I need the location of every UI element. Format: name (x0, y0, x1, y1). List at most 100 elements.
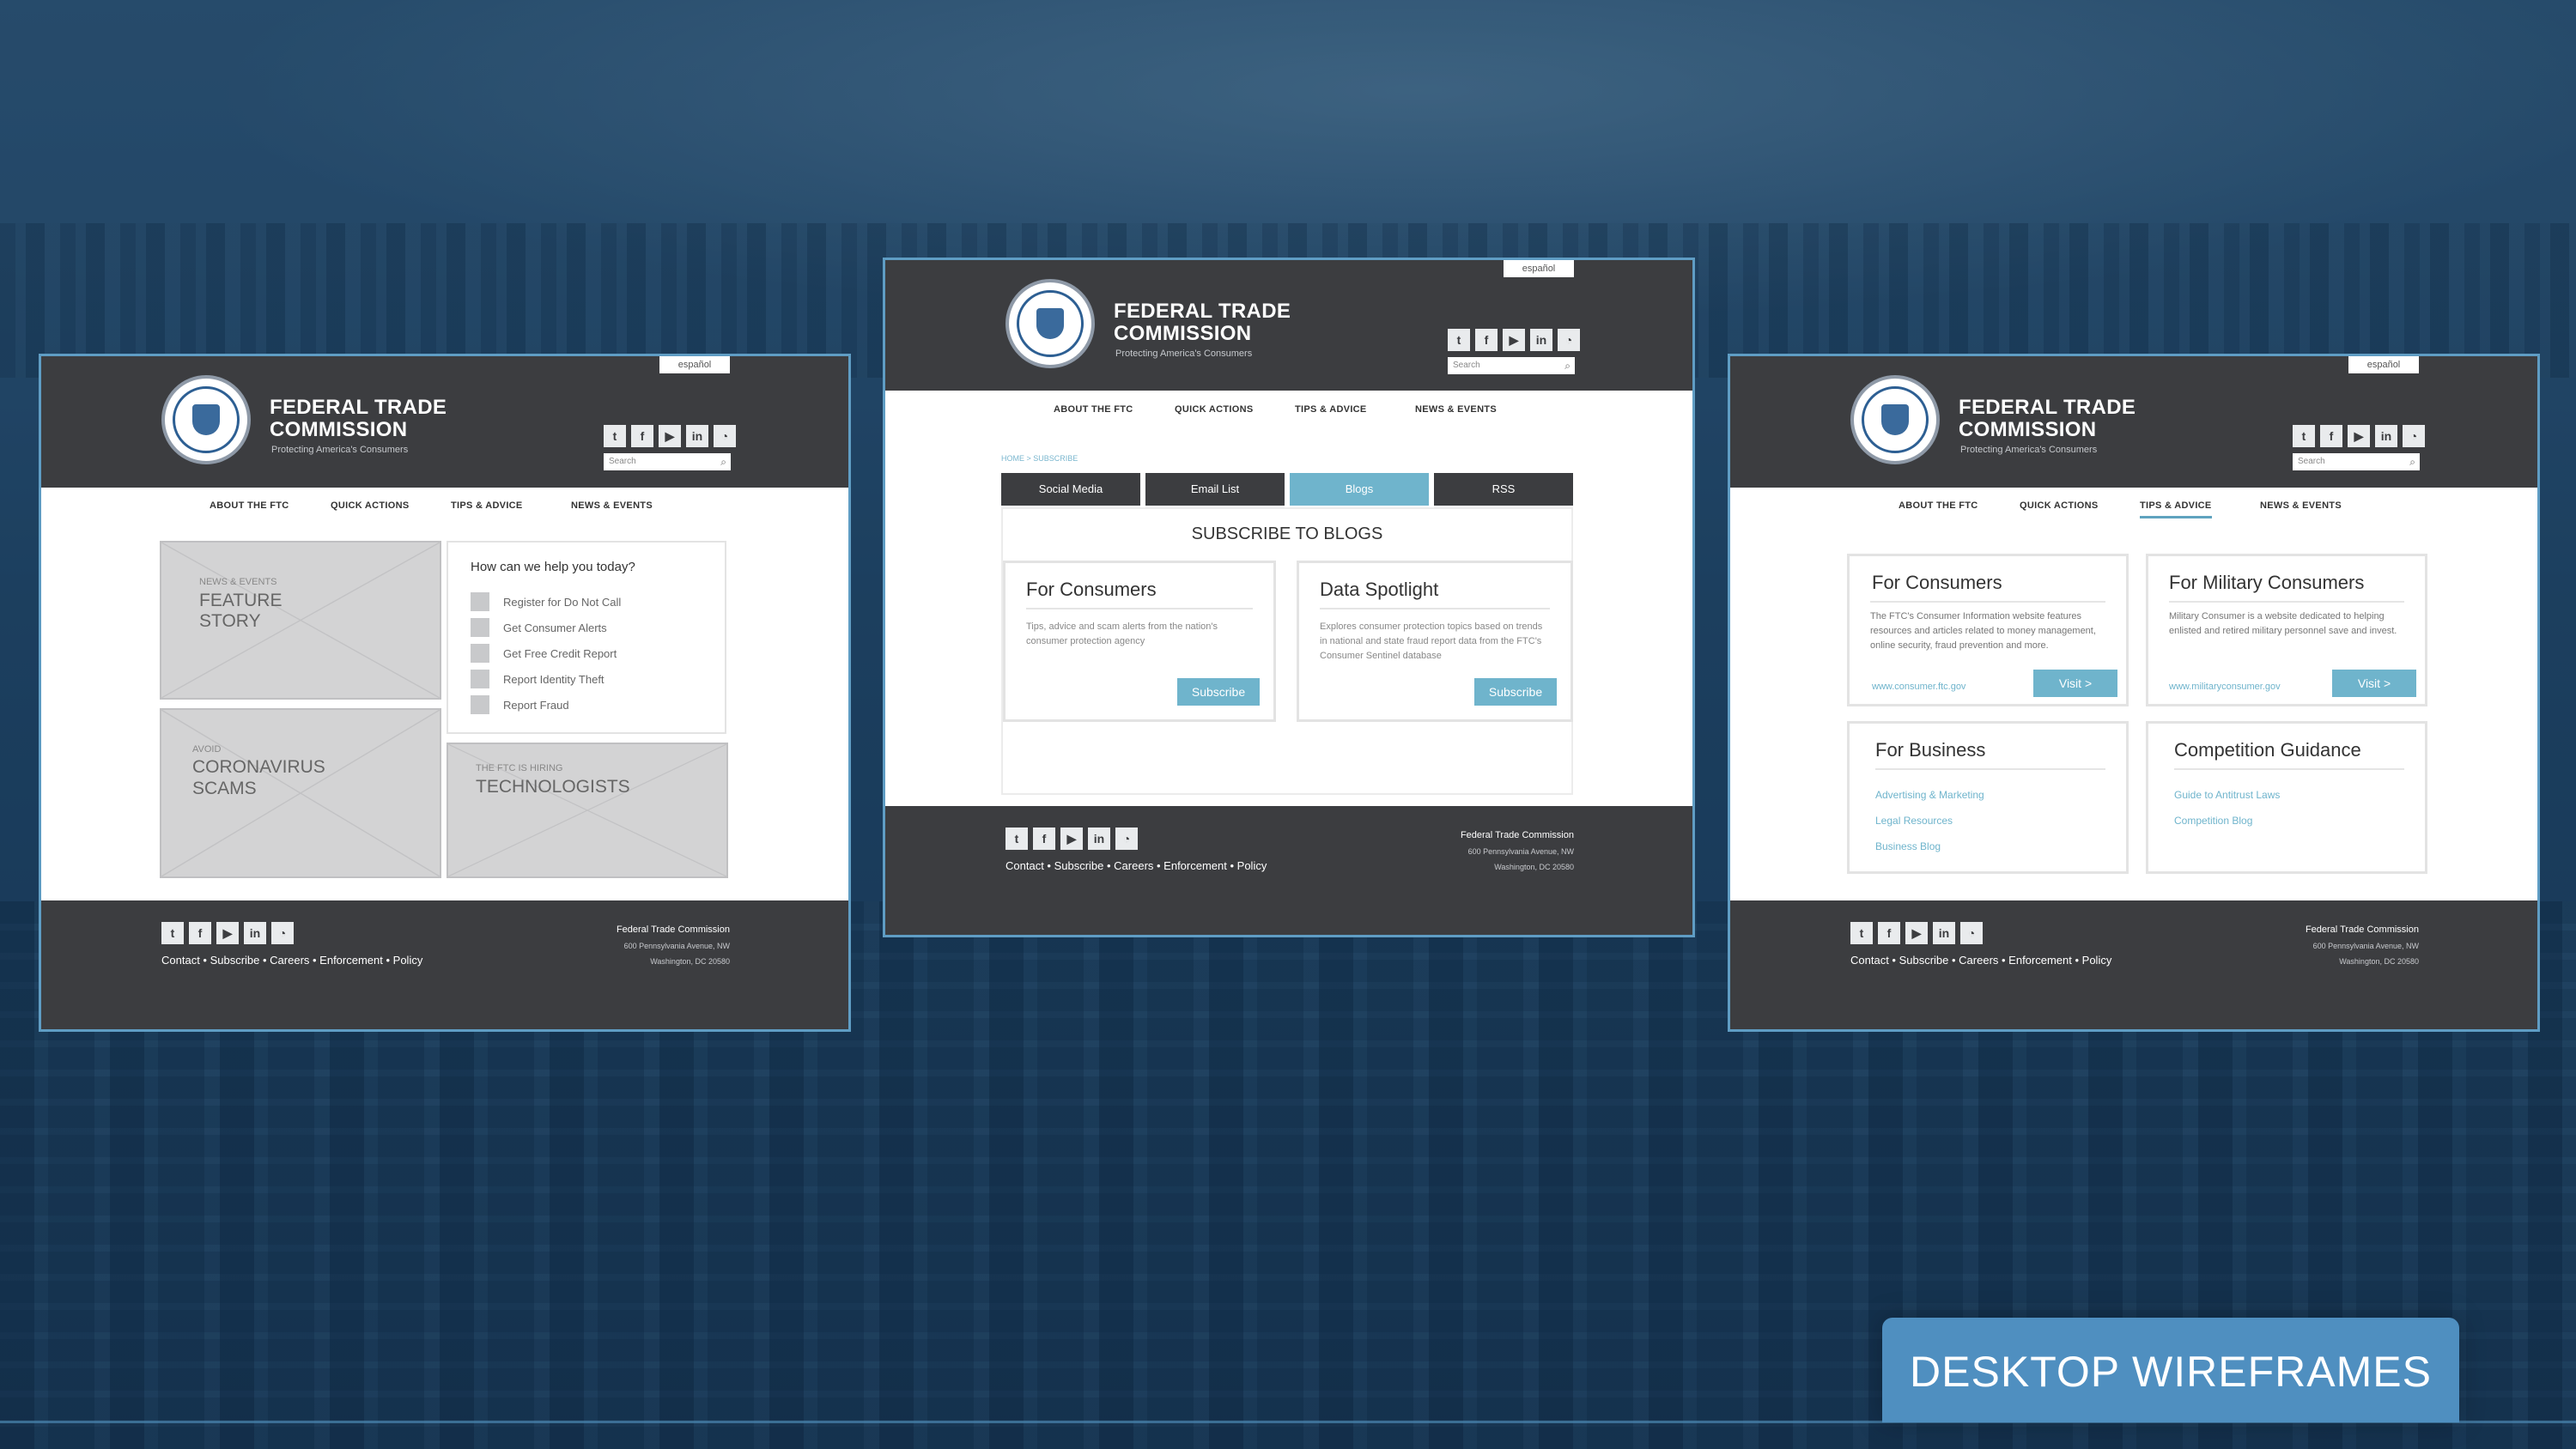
checkbox[interactable] (471, 670, 489, 688)
facebook-icon[interactable]: f (1475, 329, 1498, 351)
footer-links[interactable]: Contact • Subscribe • Careers • Enforcem… (1005, 859, 1267, 872)
help-item[interactable]: Report Identity Theft (471, 670, 605, 688)
espanol-link[interactable]: español (1504, 260, 1574, 277)
tab-rss[interactable]: RSS (1434, 473, 1573, 506)
brand-tagline: Protecting America's Consumers (1115, 349, 1253, 359)
twitter-icon[interactable]: t (161, 922, 184, 944)
tech-title: TECHNOLOGISTS (476, 777, 630, 797)
nav-quick-actions[interactable]: QUICK ACTIONS (331, 500, 410, 511)
youtube-icon[interactable]: ▶ (1503, 329, 1525, 351)
youtube-icon[interactable]: ▶ (1905, 922, 1928, 944)
site-footer: t f ▶ in ◔ Contact • Subscribe • Careers… (41, 900, 848, 1029)
espanol-link[interactable]: español (659, 356, 730, 373)
breadcrumb[interactable]: HOME > SUBSCRIBE (1001, 454, 1078, 463)
link-legal-resources[interactable]: Legal Resources (1875, 815, 1953, 827)
nav-about[interactable]: ABOUT THE FTC (210, 500, 289, 511)
rss-icon[interactable]: ◔ (1558, 329, 1580, 351)
twitter-icon[interactable]: t (1005, 828, 1028, 850)
nav-about[interactable]: ABOUT THE FTC (1054, 404, 1133, 415)
checkbox[interactable] (471, 644, 489, 663)
rss-icon[interactable]: ◔ (714, 425, 736, 447)
help-item[interactable]: Get Consumer Alerts (471, 618, 607, 637)
brand-title-line2: COMMISSION (1959, 418, 2097, 441)
nav-tips[interactable]: TIPS & ADVICE (1295, 404, 1367, 415)
youtube-icon[interactable]: ▶ (2348, 425, 2370, 447)
nav-about[interactable]: ABOUT THE FTC (1899, 500, 1978, 511)
search-input[interactable]: Search ⌕ (2293, 453, 2420, 470)
tab-social-media[interactable]: Social Media (1001, 473, 1140, 506)
twitter-icon[interactable]: t (1850, 922, 1873, 944)
youtube-icon[interactable]: ▶ (1060, 828, 1083, 850)
nav-news[interactable]: NEWS & EVENTS (1415, 404, 1497, 415)
twitter-icon[interactable]: t (604, 425, 626, 447)
facebook-icon[interactable]: f (189, 922, 211, 944)
nav-news[interactable]: NEWS & EVENTS (571, 500, 653, 511)
facebook-icon[interactable]: f (631, 425, 653, 447)
facebook-icon[interactable]: f (2320, 425, 2342, 447)
header-social-icons: t f ▶ in ◔ (604, 425, 736, 447)
coronavirus-scams-tile[interactable]: AVOID CORONAVIRUS SCAMS (160, 708, 441, 878)
help-item[interactable]: Get Free Credit Report (471, 644, 617, 663)
tab-blogs[interactable]: Blogs (1290, 473, 1429, 506)
nav-quick-actions[interactable]: QUICK ACTIONS (2020, 500, 2099, 511)
consumer-site-link[interactable]: www.consumer.ftc.gov (1872, 682, 1965, 692)
visit-button[interactable]: Visit > (2033, 670, 2117, 697)
youtube-icon[interactable]: ▶ (659, 425, 681, 447)
linkedin-icon[interactable]: in (2375, 425, 2397, 447)
footer-address-2: Washington, DC 20580 (650, 957, 730, 966)
technologists-tile[interactable]: THE FTC IS HIRING TECHNOLOGISTS (447, 743, 728, 878)
main-nav: ABOUT THE FTC QUICK ACTIONS TIPS & ADVIC… (41, 492, 848, 518)
linkedin-icon[interactable]: in (686, 425, 708, 447)
ftc-seal-logo[interactable] (1005, 279, 1095, 368)
nav-news[interactable]: NEWS & EVENTS (2260, 500, 2342, 511)
twitter-icon[interactable]: t (1448, 329, 1470, 351)
espanol-link[interactable]: español (2348, 356, 2419, 373)
search-icon[interactable]: ⌕ (1564, 357, 1571, 374)
help-item[interactable]: Report Fraud (471, 695, 569, 714)
help-item[interactable]: Register for Do Not Call (471, 592, 621, 611)
nav-quick-actions[interactable]: QUICK ACTIONS (1175, 404, 1254, 415)
brand-tagline: Protecting America's Consumers (271, 445, 409, 455)
checkbox[interactable] (471, 618, 489, 637)
search-placeholder: Search (609, 457, 636, 466)
twitter-icon[interactable]: t (2293, 425, 2315, 447)
tab-email-list[interactable]: Email List (1145, 473, 1285, 506)
feature-story-tile[interactable]: NEWS & EVENTS FEATURE STORY (160, 541, 441, 700)
linkedin-icon[interactable]: in (1933, 922, 1955, 944)
facebook-icon[interactable]: f (1878, 922, 1900, 944)
footer-address-1: 600 Pennsylvania Avenue, NW (1467, 847, 1574, 856)
ftc-seal-logo[interactable] (1850, 375, 1940, 464)
scams-title-2: SCAMS (192, 779, 257, 798)
link-competition-blog[interactable]: Competition Blog (2174, 815, 2252, 827)
search-icon[interactable]: ⌕ (2409, 453, 2415, 470)
ftc-seal-logo[interactable] (161, 375, 251, 464)
footer-address-2: Washington, DC 20580 (1494, 863, 1574, 871)
rss-icon[interactable]: ◔ (1960, 922, 1983, 944)
search-input[interactable]: Search ⌕ (1448, 357, 1575, 374)
linkedin-icon[interactable]: in (1530, 329, 1552, 351)
rss-icon[interactable]: ◔ (271, 922, 294, 944)
linkedin-icon[interactable]: in (1088, 828, 1110, 850)
subscribe-button[interactable]: Subscribe (1474, 678, 1557, 706)
link-business-blog[interactable]: Business Blog (1875, 840, 1941, 852)
facebook-icon[interactable]: f (1033, 828, 1055, 850)
subscribe-button[interactable]: Subscribe (1177, 678, 1260, 706)
youtube-icon[interactable]: ▶ (216, 922, 239, 944)
nav-tips[interactable]: TIPS & ADVICE (451, 500, 523, 511)
checkbox[interactable] (471, 695, 489, 714)
link-advertising-marketing[interactable]: Advertising & Marketing (1875, 789, 1984, 801)
footer-links[interactable]: Contact • Subscribe • Careers • Enforcem… (1850, 954, 2111, 967)
rss-icon[interactable]: ◔ (2403, 425, 2425, 447)
nav-tips[interactable]: TIPS & ADVICE (2140, 500, 2212, 518)
visit-button[interactable]: Visit > (2332, 670, 2416, 697)
link-antitrust-guide[interactable]: Guide to Antitrust Laws (2174, 789, 2280, 801)
search-input[interactable]: Search ⌕ (604, 453, 731, 470)
rss-icon[interactable]: ◔ (1115, 828, 1138, 850)
footer-links[interactable]: Contact • Subscribe • Careers • Enforcem… (161, 954, 422, 967)
main-nav: ABOUT THE FTC QUICK ACTIONS TIPS & ADVIC… (885, 396, 1692, 421)
site-footer: t f ▶ in ◔ Contact • Subscribe • Careers… (885, 806, 1692, 935)
checkbox[interactable] (471, 592, 489, 611)
military-site-link[interactable]: www.militaryconsumer.gov (2169, 682, 2281, 692)
search-icon[interactable]: ⌕ (720, 453, 726, 470)
linkedin-icon[interactable]: in (244, 922, 266, 944)
